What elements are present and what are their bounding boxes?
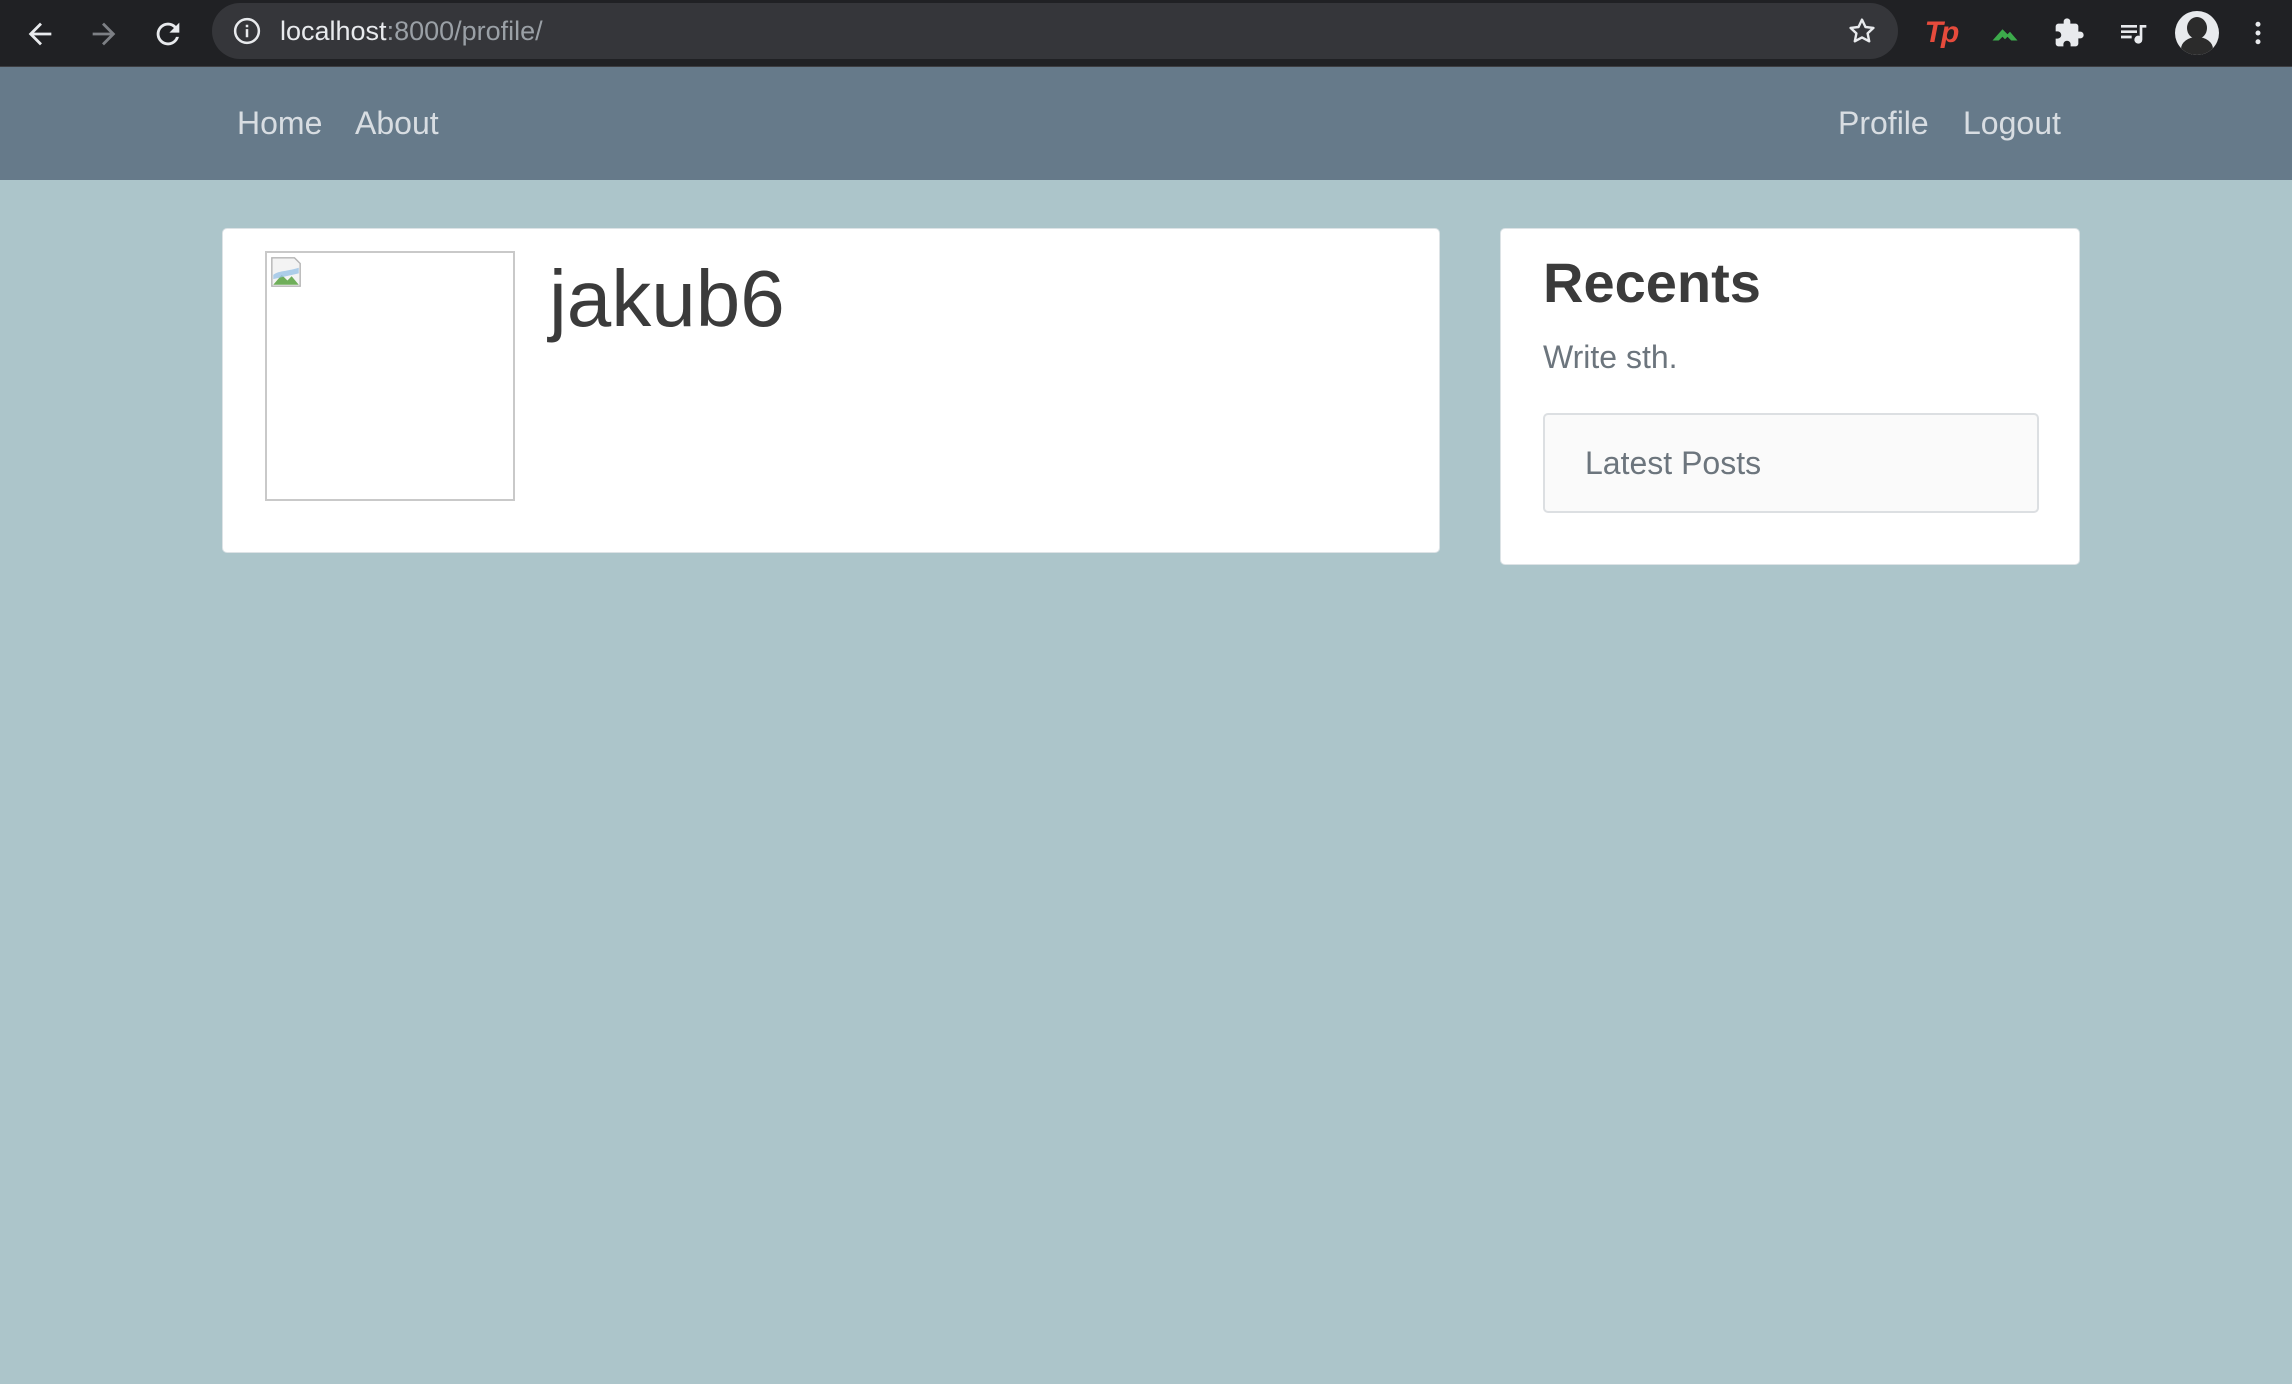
url-path: :8000/profile/ <box>386 16 543 46</box>
extension-green-icon[interactable] <box>1982 10 2028 56</box>
url-text[interactable]: localhost:8000/profile/ <box>280 3 543 59</box>
url-host: localhost <box>280 16 387 46</box>
recents-sidebar: Recents Write sth. Latest Posts <box>1500 228 2080 565</box>
site-navbar: Home About Profile Logout <box>0 67 2292 180</box>
nav-logout-link[interactable]: Logout <box>1963 67 2061 180</box>
bookmark-star-icon[interactable] <box>1846 15 1878 47</box>
forward-arrow-icon[interactable] <box>76 6 132 62</box>
nav-profile-link[interactable]: Profile <box>1838 67 1929 180</box>
browser-toolbar: localhost:8000/profile/ Tp <box>0 0 2292 67</box>
menu-kebab-icon[interactable] <box>2238 10 2278 56</box>
extension-tp-label: Tp <box>1924 16 1960 49</box>
back-arrow-icon[interactable] <box>12 6 68 62</box>
profile-card: jakub6 <box>222 228 1440 553</box>
nav-home-link[interactable]: Home <box>237 67 322 180</box>
profile-username: jakub6 <box>549 254 785 343</box>
nav-about-link[interactable]: About <box>355 67 439 180</box>
recents-subtitle: Write sth. <box>1543 339 1678 375</box>
broken-image-icon <box>271 257 301 287</box>
profile-avatar-icon[interactable] <box>2174 10 2220 56</box>
address-bar[interactable]: localhost:8000/profile/ <box>212 3 1898 59</box>
recents-title: Recents <box>1543 251 1761 314</box>
profile-image-broken <box>265 251 515 501</box>
site-info-icon[interactable] <box>232 16 262 46</box>
reload-icon[interactable] <box>140 6 196 62</box>
extension-tp-icon[interactable]: Tp <box>1918 10 1964 56</box>
avatar <box>2175 11 2219 55</box>
extensions-puzzle-icon[interactable] <box>2046 10 2092 56</box>
reading-list-icon[interactable] <box>2110 10 2156 56</box>
latest-posts-item[interactable]: Latest Posts <box>1543 413 2039 513</box>
